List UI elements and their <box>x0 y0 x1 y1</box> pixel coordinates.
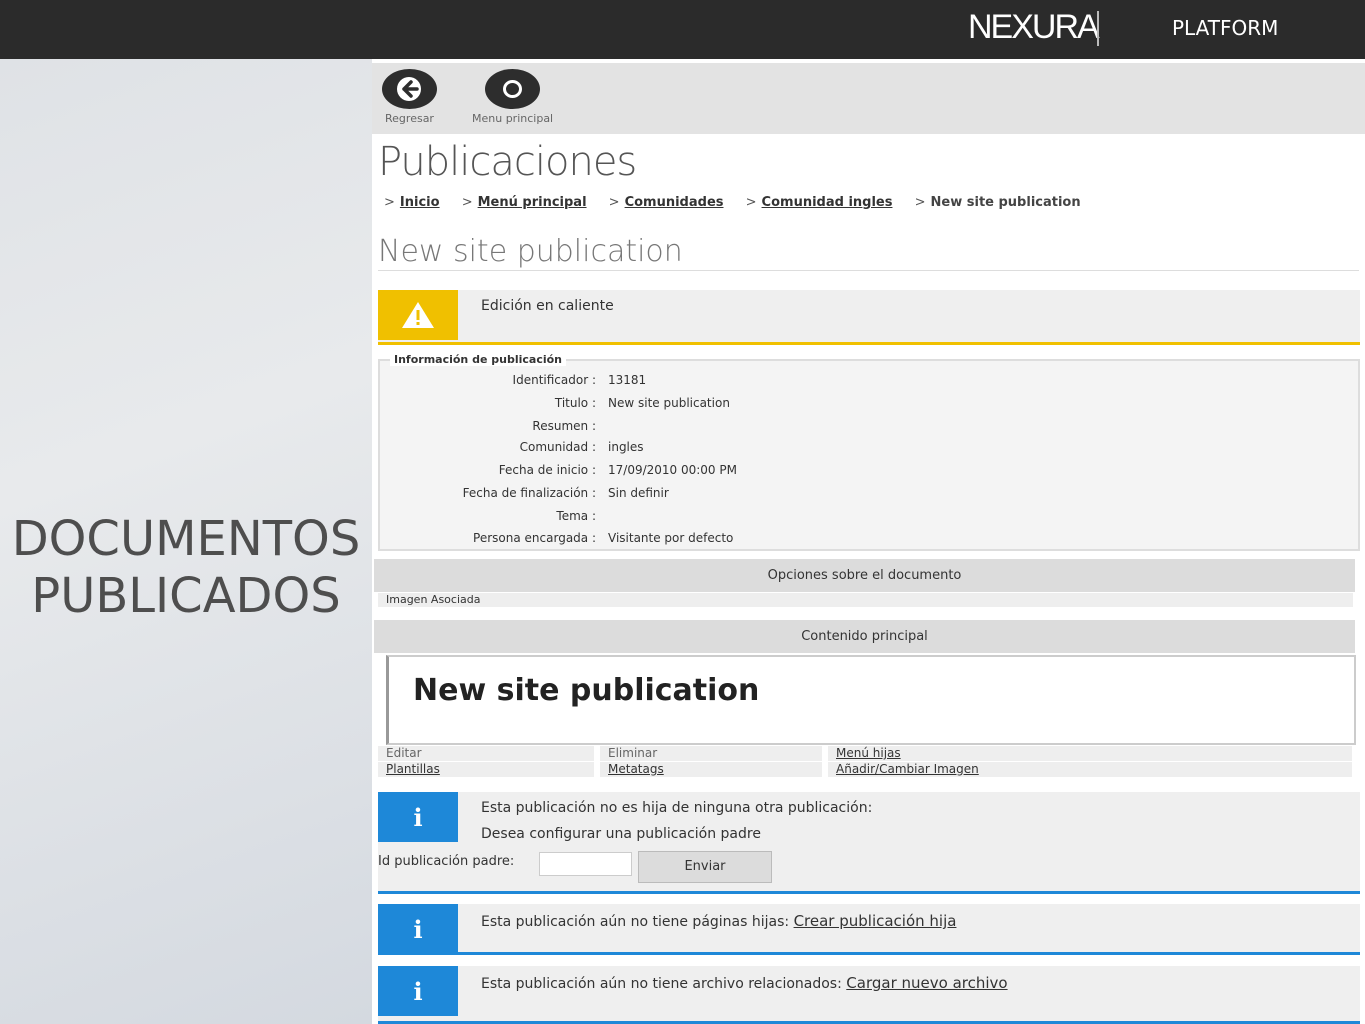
breadcrumb: > Inicio > Menú principal > Comunidades > Co… <box>384 195 1081 210</box>
files-info: i Esta publicación aún no tiene archivo … <box>378 966 1360 1024</box>
info-row: Comunidad : ingles <box>519 440 644 454</box>
app-screenshot: Regresar Menu principal Publicaciones > I… <box>372 59 1365 1024</box>
hot-edit-warning: Edición en caliente <box>378 290 1360 345</box>
publication-info-panel: Información de publicación Identificador… <box>378 353 1360 551</box>
breadcrumb-current: New site publication <box>930 195 1081 210</box>
main-content-bar[interactable]: Contenido principal <box>374 620 1355 653</box>
info-row: Fecha de finalización : Sin definir <box>462 486 669 500</box>
back-label: Regresar <box>385 112 434 125</box>
slide-title: DOCUMENTOS PUBLICADOS <box>0 511 372 625</box>
slide-title-line1: DOCUMENTOS <box>11 511 361 567</box>
back-button[interactable]: Regresar <box>382 69 437 125</box>
submit-button[interactable]: Enviar <box>638 851 772 883</box>
left-panel: DOCUMENTOS PUBLICADOS <box>0 59 372 1024</box>
warning-message: Edición en caliente <box>481 298 614 314</box>
back-arrow-icon <box>382 69 437 109</box>
children-info: i Esta publicación aún no tiene páginas … <box>378 904 1360 955</box>
delete-action[interactable]: Eliminar <box>600 746 822 761</box>
info-row: Persona encargada : Visitante por defecto <box>473 531 734 545</box>
children-info-message: Esta publicación aún no tiene páginas hi… <box>481 912 957 930</box>
top-bar: NEXURA PLATFORM <box>0 0 1365 59</box>
parent-id-input[interactable] <box>539 852 632 876</box>
upload-file-link[interactable]: Cargar nuevo archivo <box>846 974 1007 992</box>
menu-ring-icon <box>485 69 541 109</box>
main-menu-label: Menu principal <box>472 112 554 125</box>
platform-label: PLATFORM <box>1172 16 1279 40</box>
section-title: New site publication <box>378 234 683 269</box>
edit-action[interactable]: Editar <box>378 746 594 761</box>
info-row: Resumen : <box>532 419 596 433</box>
files-info-message: Esta publicación aún no tiene archivo re… <box>481 974 1008 992</box>
brand-divider <box>1097 11 1099 46</box>
child-menu-link[interactable]: Menú hijas <box>828 746 1352 761</box>
parent-publication-info: i Esta publicación no es hija de ninguna… <box>378 792 1360 894</box>
content-heading: New site publication <box>413 673 760 708</box>
info-row: Titulo : New site publication <box>554 396 730 410</box>
info-row: Tema : <box>556 509 596 523</box>
brand-logo: NEXURA <box>968 8 1100 46</box>
info-row: Identificador :13181 <box>512 373 647 387</box>
page-title: Publicaciones <box>378 139 637 185</box>
info-icon: i <box>378 904 458 954</box>
breadcrumb-comunidad-ingles[interactable]: Comunidad ingles <box>762 195 893 210</box>
slide-title-line2: PUBLICADOS <box>31 568 341 624</box>
metatags-link[interactable]: Metatags <box>600 762 822 777</box>
toolbar: Regresar Menu principal <box>372 63 1365 134</box>
parent-info-line2: Desea configurar una publicación padre <box>481 826 761 842</box>
parent-info-line1: Esta publicación no es hija de ninguna o… <box>481 800 873 816</box>
associated-image-row: Imagen Asociada <box>378 593 1353 607</box>
info-row: Fecha de inicio :17/09/2010 00:00 PM <box>498 463 737 477</box>
templates-link[interactable]: Plantillas <box>378 762 594 777</box>
main-content-box: New site publication <box>386 655 1356 745</box>
info-icon: i <box>378 966 458 1016</box>
parent-id-label: Id publicación padre: <box>378 854 515 869</box>
document-options-bar[interactable]: Opciones sobre el documento <box>374 559 1355 592</box>
breadcrumb-inicio[interactable]: Inicio <box>400 195 440 210</box>
create-child-link[interactable]: Crear publicación hija <box>794 912 957 930</box>
warning-icon <box>378 290 458 340</box>
main-menu-button[interactable]: Menu principal <box>472 69 553 125</box>
info-icon: i <box>378 792 458 842</box>
change-image-link[interactable]: Añadir/Cambiar Imagen <box>828 762 1352 777</box>
publication-info-legend: Información de publicación <box>390 353 566 366</box>
breadcrumb-menu-principal[interactable]: Menú principal <box>478 195 587 210</box>
breadcrumb-comunidades[interactable]: Comunidades <box>625 195 724 210</box>
section-divider <box>378 270 1359 271</box>
